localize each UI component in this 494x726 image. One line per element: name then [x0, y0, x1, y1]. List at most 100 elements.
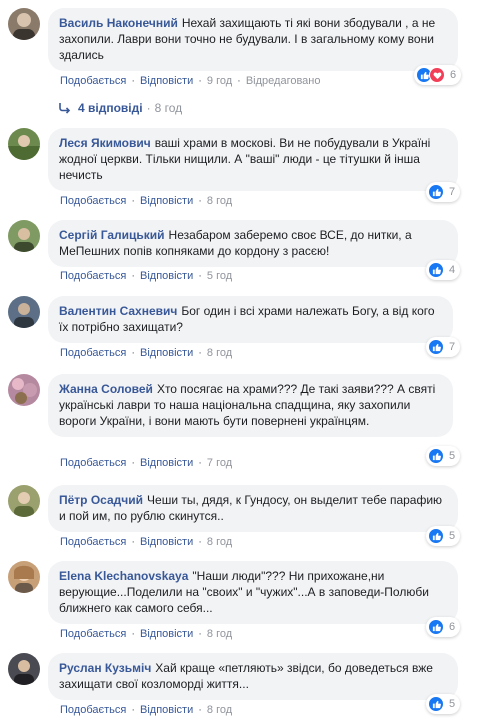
reactions-badge[interactable]: 5 [426, 446, 461, 466]
separator: · [198, 270, 202, 282]
separator: · [131, 347, 135, 359]
like-button[interactable]: Подобається [60, 75, 126, 87]
comment-actions: Подобається · Відповісти · 8 год [60, 704, 232, 716]
comment-author[interactable]: Василь Наконечний [59, 16, 178, 30]
reaction-count: 7 [449, 341, 456, 353]
comment-bubble: Василь Наконечний Нехай захищають ті які … [48, 8, 458, 71]
reactions-badge[interactable]: 7 [426, 337, 461, 357]
comment-bubble: Валентин Сахневич Бог один і всі храми на… [48, 296, 453, 343]
avatar[interactable] [8, 653, 40, 685]
reaction-count: 7 [449, 186, 456, 198]
avatar[interactable] [8, 220, 40, 252]
separator: · [131, 195, 135, 207]
like-icon [428, 619, 444, 635]
reactions-badge[interactable]: 5 [426, 526, 461, 546]
reactions-badge[interactable]: 5 [426, 694, 461, 714]
comment-actions: Подобається · Відповісти · 8 год [60, 536, 232, 548]
separator: · [198, 457, 202, 469]
separator: · [198, 347, 202, 359]
comment-bubble: Руслан Кузьміч Хай краще «петляють» звідс… [48, 653, 458, 700]
comment-time[interactable]: 8 год [207, 536, 232, 548]
avatar[interactable] [8, 561, 40, 593]
reactions-badge[interactable]: 6 [414, 65, 462, 85]
reply-button[interactable]: Відповісти [140, 704, 193, 716]
like-icon [428, 262, 444, 278]
comment-bubble: Леся Якимович ваші храми в москові. Ви не… [48, 128, 458, 191]
comment-bubble: Пётр Осадчий Чеши ты, дядя, к Гундосу, он… [48, 485, 458, 532]
comment-time[interactable]: 5 год [207, 270, 232, 282]
avatar[interactable] [8, 485, 40, 517]
reply-button[interactable]: Відповісти [140, 457, 193, 469]
avatar[interactable] [8, 374, 40, 406]
like-button[interactable]: Подобається [60, 628, 126, 640]
like-button[interactable]: Подобається [60, 536, 126, 548]
like-button[interactable]: Подобається [60, 347, 126, 359]
comment-actions: Подобається · Відповісти · 8 год [60, 195, 232, 207]
separator: · [146, 101, 151, 115]
comment-time[interactable]: 8 год [207, 347, 232, 359]
comment-author[interactable]: Elena Klechanovskaya [59, 569, 188, 583]
comment-time[interactable]: 8 год [207, 704, 232, 716]
reaction-count: 5 [449, 698, 456, 710]
comment-time[interactable]: 8 год [207, 195, 232, 207]
view-replies-link[interactable]: 4 відповіді · 8 год [58, 101, 182, 115]
reaction-count: 5 [449, 450, 456, 462]
like-button[interactable]: Подобається [60, 704, 126, 716]
reaction-count: 6 [450, 69, 457, 81]
separator: · [198, 628, 202, 640]
like-icon [428, 184, 444, 200]
comment-actions: Подобається · Відповісти · 7 год [60, 457, 232, 469]
like-icon [428, 696, 444, 712]
separator: · [198, 536, 202, 548]
comment-author[interactable]: Пётр Осадчий [59, 493, 143, 507]
comment-actions: Подобається · Відповісти · 8 год [60, 347, 232, 359]
reactions-badge[interactable]: 7 [426, 182, 461, 202]
reply-button[interactable]: Відповісти [140, 270, 193, 282]
reaction-count: 5 [449, 530, 456, 542]
separator: · [237, 75, 241, 87]
reaction-count: 6 [449, 621, 456, 633]
avatar[interactable] [8, 8, 40, 40]
like-icon [428, 528, 444, 544]
separator: · [198, 75, 202, 87]
reply-button[interactable]: Відповісти [140, 195, 193, 207]
comment-actions: Подобається · Відповісти · 8 год [60, 628, 232, 640]
comment-author[interactable]: Леся Якимович [59, 136, 151, 150]
avatar[interactable] [8, 296, 40, 328]
comment-author[interactable]: Жанна Соловей [59, 382, 153, 396]
like-button[interactable]: Подобається [60, 457, 126, 469]
comment-author[interactable]: Сергій Галицький [59, 228, 165, 242]
replies-count[interactable]: 4 відповіді [78, 101, 143, 115]
like-button[interactable]: Подобається [60, 270, 126, 282]
separator: · [198, 195, 202, 207]
comment-actions: Подобається · Відповісти · 5 год [60, 270, 232, 282]
separator: · [131, 270, 135, 282]
edited-label: Відредаговано [245, 75, 321, 87]
separator: · [131, 704, 135, 716]
reply-button[interactable]: Відповісти [140, 628, 193, 640]
separator: · [131, 628, 135, 640]
like-button[interactable]: Подобається [60, 195, 126, 207]
like-icon [428, 448, 444, 464]
comment-time[interactable]: 8 год [207, 628, 232, 640]
reaction-count: 4 [449, 264, 456, 276]
avatar[interactable] [8, 128, 40, 160]
reactions-badge[interactable]: 6 [426, 617, 461, 637]
reply-button[interactable]: Відповісти [140, 347, 193, 359]
comment-actions: Подобається · Відповісти · 9 год · Відредагова… [60, 75, 321, 87]
comment-bubble: Сергій Галицький Незабаром заберемо своє … [48, 220, 458, 267]
comment-author[interactable]: Руслан Кузьміч [59, 661, 151, 675]
separator: · [198, 704, 202, 716]
reply-arrow-icon [59, 103, 71, 114]
reply-button[interactable]: Відповісти [140, 536, 193, 548]
love-icon [429, 67, 445, 83]
reply-button[interactable]: Відповісти [140, 75, 193, 87]
comment-bubble: Elena Klechanovskaya "Наши люди"??? Ни пр… [48, 561, 458, 624]
comment-time[interactable]: 7 год [207, 457, 232, 469]
reactions-badge[interactable]: 4 [426, 260, 461, 280]
comment-time[interactable]: 9 год [207, 75, 232, 87]
comment-bubble: Жанна Соловей Хто посягає на храми??? Де … [48, 374, 453, 437]
like-icon [428, 339, 444, 355]
comment-author[interactable]: Валентин Сахневич [59, 304, 177, 318]
replies-time: 8 год [154, 101, 183, 115]
